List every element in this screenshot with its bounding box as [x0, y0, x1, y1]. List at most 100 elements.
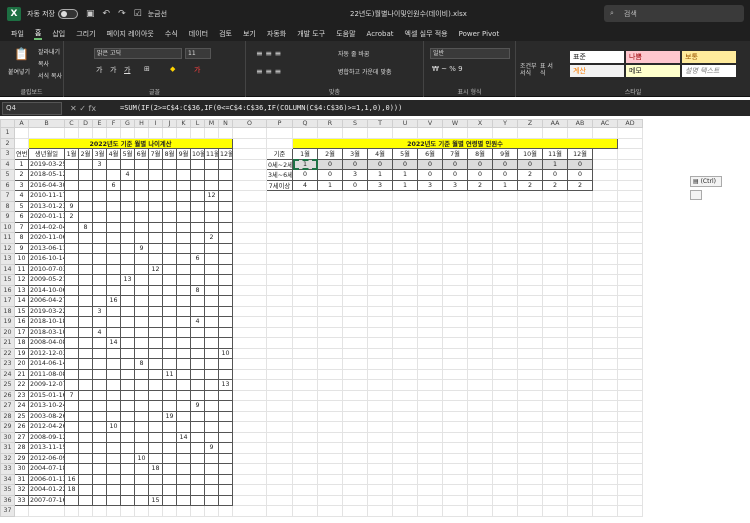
cell[interactable] — [442, 368, 468, 380]
tab-6[interactable]: 데이터 — [188, 29, 209, 39]
cell[interactable] — [292, 484, 318, 496]
cell[interactable] — [266, 505, 293, 517]
cell[interactable] — [517, 232, 543, 244]
cell[interactable] — [232, 316, 267, 328]
cell[interactable] — [592, 179, 618, 191]
cell[interactable] — [78, 295, 93, 307]
cell[interactable] — [64, 358, 79, 370]
cell[interactable] — [120, 463, 135, 475]
cell[interactable] — [517, 337, 543, 349]
cell[interactable] — [78, 484, 93, 496]
age-value[interactable]: 15 — [148, 494, 163, 506]
cell[interactable] — [64, 274, 79, 286]
serial-no[interactable]: 24 — [14, 400, 29, 412]
age-value[interactable]: 12 — [204, 190, 219, 202]
cut-button[interactable]: 잘라내기 — [38, 47, 60, 56]
birth-date[interactable]: 2014-06-14 — [28, 358, 65, 370]
cell[interactable] — [218, 400, 233, 412]
cell[interactable] — [592, 326, 618, 338]
cell[interactable] — [467, 379, 493, 391]
cell[interactable] — [120, 253, 135, 265]
cell[interactable] — [567, 452, 593, 464]
cell[interactable] — [190, 368, 205, 380]
cell[interactable] — [392, 316, 418, 328]
cell[interactable] — [162, 484, 177, 496]
cell[interactable] — [218, 316, 233, 328]
cell[interactable] — [106, 158, 121, 170]
cell[interactable] — [617, 431, 643, 443]
cell[interactable] — [78, 442, 93, 454]
column-header[interactable]: AC — [592, 119, 618, 128]
cell[interactable] — [176, 473, 191, 485]
age-value[interactable]: 18 — [64, 484, 79, 496]
cell[interactable] — [517, 368, 543, 380]
header-month[interactable]: 6월 — [134, 148, 149, 160]
serial-no[interactable]: 19 — [14, 347, 29, 359]
cell[interactable] — [417, 431, 443, 443]
cell[interactable] — [106, 431, 121, 443]
cell[interactable] — [78, 379, 93, 391]
cell[interactable] — [567, 358, 593, 370]
row-header[interactable]: 21 — [0, 337, 15, 349]
cell[interactable] — [218, 305, 233, 317]
cell[interactable] — [467, 221, 493, 233]
column-header[interactable]: W — [442, 119, 468, 128]
header-month[interactable]: 6월 — [417, 148, 443, 160]
cell[interactable] — [190, 358, 205, 370]
cell[interactable] — [162, 253, 177, 265]
cell[interactable] — [542, 421, 568, 433]
cell[interactable] — [342, 232, 368, 244]
cell[interactable] — [134, 284, 149, 296]
cell[interactable] — [592, 169, 618, 181]
cell[interactable] — [342, 211, 368, 223]
cell[interactable] — [120, 410, 135, 422]
column-header[interactable]: P — [266, 119, 293, 128]
cell[interactable] — [232, 347, 267, 359]
cell[interactable] — [176, 190, 191, 202]
cell[interactable] — [232, 431, 267, 443]
cell[interactable] — [106, 169, 121, 181]
count-value[interactable]: 3 — [342, 169, 368, 181]
cell[interactable] — [176, 326, 191, 338]
tab-14[interactable]: Power Pivot — [458, 30, 501, 38]
cell[interactable] — [232, 127, 267, 139]
count-value[interactable]: 0 — [492, 158, 518, 170]
format-painter-button[interactable]: 서식 복사 — [38, 71, 62, 80]
cell[interactable] — [134, 431, 149, 443]
cell[interactable] — [392, 463, 418, 475]
cell[interactable] — [106, 263, 121, 275]
cell[interactable] — [232, 232, 267, 244]
cell[interactable] — [64, 179, 79, 191]
cell[interactable] — [442, 232, 468, 244]
cell[interactable] — [342, 505, 368, 517]
birth-date[interactable]: 2020-11-06 — [28, 232, 65, 244]
cell[interactable] — [467, 442, 493, 454]
cell[interactable] — [176, 400, 191, 412]
cell[interactable] — [204, 463, 219, 475]
cell[interactable] — [92, 232, 107, 244]
cell[interactable] — [190, 274, 205, 286]
row-header[interactable]: 9 — [0, 211, 15, 223]
cell[interactable] — [617, 347, 643, 359]
cell[interactable] — [218, 326, 233, 338]
cell[interactable] — [92, 400, 107, 412]
serial-no[interactable]: 28 — [14, 442, 29, 454]
cell[interactable] — [467, 505, 493, 517]
cell[interactable] — [78, 494, 93, 506]
serial-no[interactable]: 11 — [14, 263, 29, 275]
birth-date[interactable]: 2009-05-21 — [28, 274, 65, 286]
cell[interactable] — [392, 221, 418, 233]
row-header[interactable]: 35 — [0, 484, 15, 496]
cell[interactable] — [190, 305, 205, 317]
cell[interactable] — [592, 200, 618, 212]
cell[interactable] — [162, 379, 177, 391]
cell[interactable] — [492, 505, 518, 517]
cell[interactable] — [106, 400, 121, 412]
cell[interactable] — [190, 326, 205, 338]
cell[interactable] — [617, 200, 643, 212]
cell[interactable] — [292, 505, 318, 517]
cell[interactable] — [517, 389, 543, 401]
serial-no[interactable]: 20 — [14, 358, 29, 370]
cell[interactable] — [392, 368, 418, 380]
cell[interactable] — [567, 484, 593, 496]
